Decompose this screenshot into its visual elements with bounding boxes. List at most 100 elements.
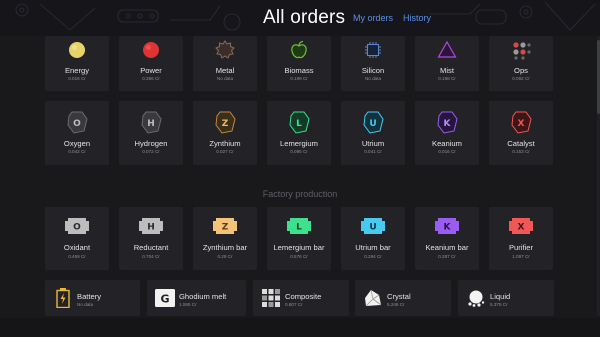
commodity-price: 5.375 Cr [490, 302, 508, 307]
oxygen-mineral-icon: O [66, 110, 88, 134]
resource-card-ops[interactable]: Ops 0.092 Cr [489, 36, 553, 91]
svg-text:U: U [369, 223, 376, 233]
resource-price: 0.356 Cr [142, 76, 160, 81]
svg-text:K: K [444, 223, 452, 233]
resource-name: Reductant [133, 243, 169, 252]
resource-card-zynthium-bar[interactable]: Z Zynthium bar 0.29 Cr [193, 207, 257, 270]
power-orb-icon [140, 39, 162, 61]
resource-price: 0.294 Cr [364, 254, 382, 259]
oxidant-bar-icon: O [65, 218, 89, 234]
reductant-bar-icon: H [139, 218, 163, 234]
svg-text:G: G [160, 293, 169, 306]
resource-card-reductant[interactable]: H Reductant 0.704 Cr [119, 207, 183, 270]
resource-name: Purifier [508, 243, 534, 252]
resource-price: 0.027 Cr [216, 149, 234, 154]
svg-text:X: X [518, 223, 525, 233]
resource-name: Keanium [432, 139, 462, 148]
resource-card-utrium-bar[interactable]: U Utrium bar 0.294 Cr [341, 207, 405, 270]
ghodium-melt-icon: G [155, 288, 175, 308]
resource-card-lemergium-bar[interactable]: L Lemergium bar 0.576 Cr [267, 207, 331, 270]
svg-text:X: X [518, 119, 525, 129]
resource-price: 0.199 Cr [290, 76, 308, 81]
keanium-mineral-icon: K [436, 110, 458, 134]
svg-text:L: L [296, 223, 302, 233]
resource-card-power[interactable]: Power 0.356 Cr [119, 36, 183, 91]
battery-icon [53, 288, 73, 308]
resource-card-biomass[interactable]: Biomass 0.199 Cr [267, 36, 331, 91]
svg-text:Z: Z [222, 223, 229, 233]
resource-card-mist[interactable]: Mist 0.198 Cr [415, 36, 479, 91]
catalyst-mineral-icon: X [510, 110, 532, 134]
commodity-card-battery[interactable]: Battery No data [45, 280, 140, 316]
my-orders-link[interactable]: My orders [353, 13, 393, 23]
section-title-factory-production: Factory production [262, 189, 338, 199]
resource-card-catalyst[interactable]: X Catalyst 0.153 Cr [489, 101, 553, 165]
resource-price: No data [364, 76, 382, 81]
resource-name: Utrium bar [355, 243, 391, 252]
commodity-price: 1.595 Cr [179, 302, 197, 307]
commodity-price: No data [77, 302, 94, 307]
resource-card-keanium[interactable]: K Keanium 0.016 Cr [415, 101, 479, 165]
resource-card-zynthium[interactable]: Z Zynthium 0.027 Cr [193, 101, 257, 165]
commodity-name: Liquid [490, 292, 511, 301]
resource-name: Oxygen [63, 139, 91, 148]
resource-name: Silicon [361, 66, 385, 75]
resource-price: 0.704 Cr [142, 254, 160, 259]
resource-card-energy[interactable]: Energy 0.016 Cr [45, 36, 109, 91]
resource-price: No data [216, 76, 234, 81]
ops-dots-icon [510, 39, 532, 61]
svg-text:O: O [73, 119, 81, 129]
resource-price: 0.095 Cr [290, 149, 308, 154]
resource-price: 0.092 Cr [512, 76, 530, 81]
hydrogen-mineral-icon: H [140, 110, 162, 134]
resource-card-keanium-bar[interactable]: K Keanium bar 0.287 Cr [415, 207, 479, 270]
resource-card-utrium[interactable]: U Utrium 0.041 Cr [341, 101, 405, 165]
resource-name: Energy [64, 66, 90, 75]
resource-name: Ops [514, 66, 528, 75]
page-header: All orders My orders History [0, 0, 600, 36]
resource-card-metal[interactable]: Metal No data [193, 36, 257, 91]
resource-price: 0.576 Cr [290, 254, 308, 259]
resource-name: Power [140, 66, 162, 75]
resource-card-lemergium[interactable]: L Lemergium 0.095 Cr [267, 101, 331, 165]
resource-card-oxidant[interactable]: O Oxidant 0.469 Cr [45, 207, 109, 270]
utrium-mineral-icon: U [362, 110, 384, 134]
resource-name: Hydrogen [134, 139, 168, 148]
svg-text:K: K [444, 119, 452, 129]
keanium-bar-icon: K [435, 218, 459, 234]
resource-name: Oxidant [63, 243, 91, 252]
resource-name: Keanium bar [425, 243, 469, 252]
resource-card-silicon[interactable]: Silicon No data [341, 36, 405, 91]
lemergium-bar-icon: L [287, 218, 311, 234]
liquid-icon [466, 288, 486, 308]
commodity-name: Crystal [387, 292, 411, 301]
resource-price: 0.016 Cr [68, 76, 86, 81]
commodity-card-crystal[interactable]: Crystal 5.246 Cr [355, 280, 451, 316]
silicon-chip-icon [362, 39, 384, 61]
resource-card-purifier[interactable]: X Purifier 1.097 Cr [489, 207, 553, 270]
resource-name: Lemergium [280, 139, 318, 148]
history-link[interactable]: History [403, 13, 431, 23]
resource-name: Biomass [284, 66, 314, 75]
metal-gear-icon [214, 39, 236, 61]
commodity-card-composite[interactable]: Composite 0.807 Cr [253, 280, 349, 316]
commodity-card-ghodium-melt[interactable]: G Ghodium melt 1.595 Cr [147, 280, 246, 316]
resource-name: Catalyst [507, 139, 535, 148]
resource-card-oxygen[interactable]: O Oxygen 0.042 Cr [45, 101, 109, 165]
resource-name: Metal [215, 66, 235, 75]
resource-name: Zynthium bar [202, 243, 248, 252]
commodity-name: Composite [285, 292, 322, 301]
svg-text:L: L [296, 119, 302, 129]
commodity-card-liquid[interactable]: Liquid 5.375 Cr [458, 280, 554, 316]
resource-name: Utrium [361, 139, 385, 148]
lemergium-mineral-icon: L [288, 110, 310, 134]
resource-name: Mist [440, 66, 454, 75]
commodity-name: Ghodium melt [179, 292, 227, 301]
resource-card-hydrogen[interactable]: H Hydrogen 0.072 Cr [119, 101, 183, 165]
svg-text:H: H [147, 223, 155, 233]
resource-price: 0.072 Cr [142, 149, 160, 154]
resource-name: Lemergium bar [273, 243, 325, 252]
energy-orb-icon [66, 39, 88, 61]
resource-price: 0.016 Cr [438, 149, 456, 154]
utrium-bar-icon: U [361, 218, 385, 234]
